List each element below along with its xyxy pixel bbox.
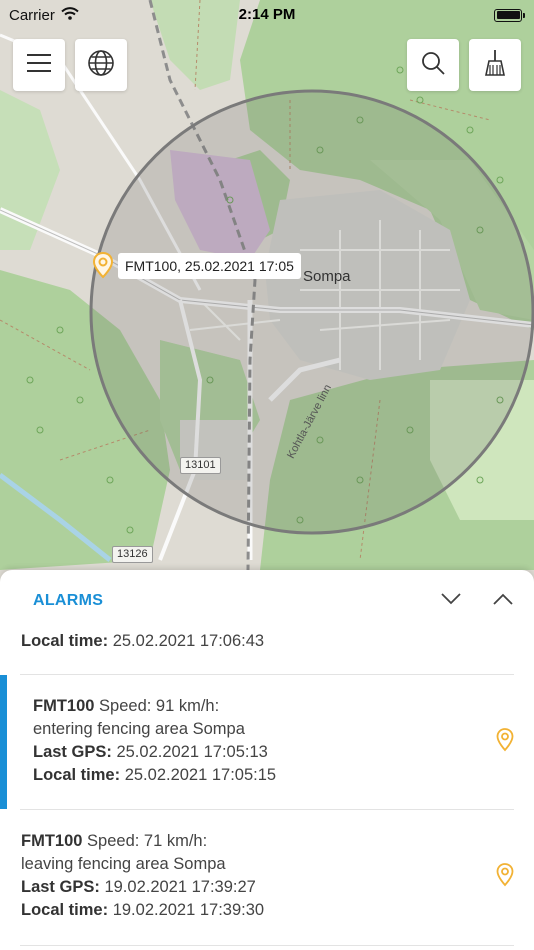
last-gps-label: Last GPS: xyxy=(33,743,112,761)
local-time-value: 25.02.2021 17:06:43 xyxy=(112,632,265,650)
vehicle-marker-label[interactable]: FMT100, 25.02.2021 17:05 xyxy=(118,253,301,279)
road-label-13126: 13126 xyxy=(112,546,153,563)
speed-text: Speed: 91 km/h: xyxy=(99,697,220,715)
location-pin-icon xyxy=(496,728,514,752)
collapse-button[interactable] xyxy=(440,590,462,612)
road-label-13101: 13101 xyxy=(180,457,221,474)
alarm-item-partial[interactable]: Local time: 25.02.2021 17:06:43 xyxy=(0,630,534,672)
expand-button[interactable] xyxy=(492,590,514,612)
alarms-panel-header: ALARMS xyxy=(0,570,534,632)
clear-map-button[interactable] xyxy=(469,39,521,91)
map-layers-button[interactable] xyxy=(75,39,127,91)
location-pin-icon xyxy=(496,863,514,887)
globe-icon xyxy=(87,49,115,82)
status-bar: Carrier xyxy=(0,0,534,30)
event-text: leaving fencing area Sompa xyxy=(21,855,226,873)
alarm-item[interactable]: FMT100 Speed: 71 km/h: leaving fencing a… xyxy=(0,810,534,944)
search-button[interactable] xyxy=(407,39,459,91)
last-gps-label: Last GPS: xyxy=(21,878,100,896)
device-name: FMT100 xyxy=(21,832,83,850)
chevron-up-icon xyxy=(493,592,513,610)
local-time-label: Local time: xyxy=(33,766,121,784)
place-label-sompa: Sompa xyxy=(303,268,351,285)
speed-text: Speed: 71 km/h: xyxy=(87,832,208,850)
carrier-label: Carrier xyxy=(9,6,55,24)
menu-button[interactable] xyxy=(13,39,65,91)
last-gps-value: 25.02.2021 17:05:13 xyxy=(116,743,268,761)
search-icon xyxy=(420,50,446,81)
local-time-label: Local time: xyxy=(21,632,109,650)
event-text: entering fencing area Sompa xyxy=(33,720,245,738)
battery-icon xyxy=(494,8,525,22)
broom-icon xyxy=(482,49,508,82)
alarms-panel: ALARMS Local time: 25.02.2021 17:06:43 F… xyxy=(0,570,534,950)
local-time-label: Local time: xyxy=(21,901,109,919)
hamburger-menu-icon xyxy=(26,53,52,78)
show-on-map-button[interactable] xyxy=(496,862,514,895)
device-name: FMT100 xyxy=(33,697,95,715)
local-time-value: 25.02.2021 17:05:15 xyxy=(124,766,277,784)
chevron-down-icon xyxy=(441,592,461,610)
last-gps-value: 19.02.2021 17:39:27 xyxy=(104,878,256,896)
alarm-item[interactable]: FMT100 Speed: 91 km/h: entering fencing … xyxy=(0,675,534,809)
wifi-icon xyxy=(61,6,79,24)
local-time-value: 19.02.2021 17:39:30 xyxy=(112,901,265,919)
show-on-map-button[interactable] xyxy=(496,727,514,760)
alarms-title: ALARMS xyxy=(33,592,104,609)
divider xyxy=(20,945,514,946)
